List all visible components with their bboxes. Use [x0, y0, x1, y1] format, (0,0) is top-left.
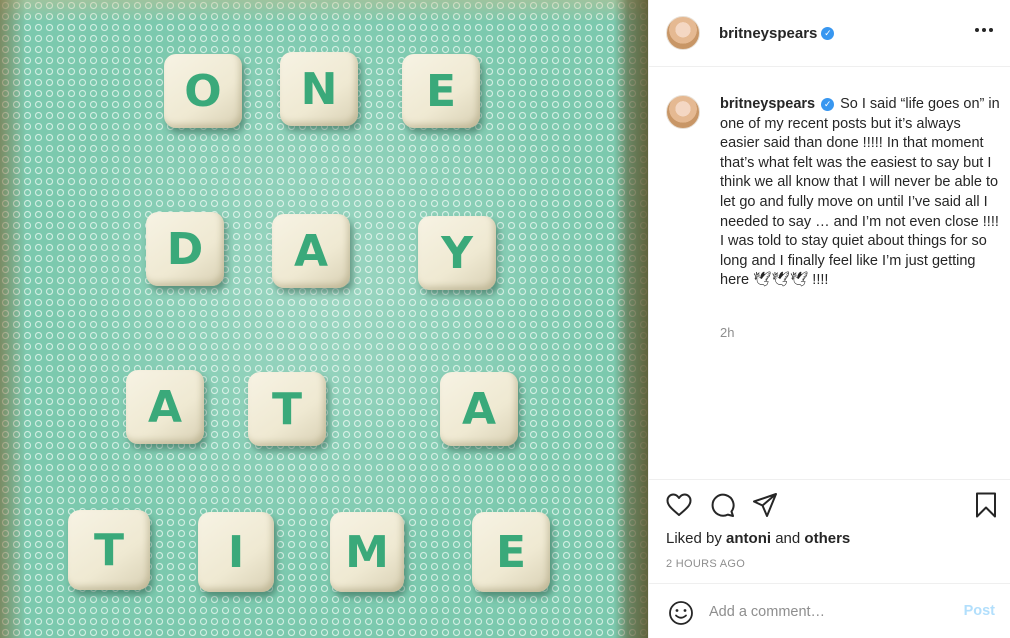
verified-badge-icon: ✓ — [821, 26, 835, 40]
letter-die: O — [164, 54, 242, 128]
post-header: britneyspears ✓ — [649, 0, 1010, 67]
letter-die: E — [472, 512, 550, 592]
letter-die: Y — [418, 216, 496, 290]
letter-die: E — [402, 54, 480, 128]
liked-by-prefix: Liked by — [666, 530, 722, 547]
share-icon[interactable] — [750, 490, 780, 520]
caption-avatar[interactable] — [666, 95, 700, 129]
comment-icon[interactable] — [707, 490, 737, 520]
caption-area: britneyspears ✓ So I said “life goes on” i… — [649, 68, 1010, 478]
verified-badge-icon: ✓ — [821, 98, 835, 111]
post-timestamp[interactable]: 2 HOURS AGO — [666, 558, 745, 570]
letter-die: N — [280, 52, 358, 126]
avatar[interactable] — [666, 16, 700, 50]
more-options-icon[interactable] — [972, 18, 996, 42]
letter-die: T — [248, 372, 326, 446]
liked-by-and: and — [775, 530, 801, 547]
letter-die: A — [440, 372, 518, 446]
post-button[interactable]: Post — [964, 603, 995, 619]
comment-bar: Post — [649, 583, 1010, 638]
letter-die: A — [272, 214, 350, 288]
letter-die: D — [146, 212, 224, 286]
bookmark-icon[interactable] — [971, 490, 1001, 520]
post-actions: Liked by antoni and others 2 HOURS AGO — [649, 479, 1010, 583]
post-side-panel: britneyspears ✓ britneyspears ✓ So I said … — [648, 0, 1010, 638]
liked-by-text: Liked by antoni and others — [666, 530, 850, 547]
letter-die: A — [126, 370, 204, 444]
caption-username[interactable]: britneyspears — [720, 96, 815, 112]
liked-by-user-link[interactable]: antoni — [726, 530, 771, 547]
caption-text: So I said “life goes on” in one of my re… — [720, 96, 1000, 289]
header-username[interactable]: britneyspears — [719, 25, 817, 42]
post-image[interactable]: O N E D A Y A T A T I M E — [0, 0, 648, 638]
letter-die: I — [198, 512, 274, 592]
caption: britneyspears ✓ So I said “life goes on” i… — [720, 95, 1002, 291]
smiley-icon[interactable] — [666, 598, 696, 628]
liked-by-others-link[interactable]: others — [804, 530, 850, 547]
letter-die: M — [330, 512, 404, 592]
comment-input[interactable] — [709, 600, 949, 624]
letter-die: T — [68, 510, 150, 590]
caption-time-ago[interactable]: 2h — [720, 325, 734, 340]
heart-icon[interactable] — [664, 490, 694, 520]
